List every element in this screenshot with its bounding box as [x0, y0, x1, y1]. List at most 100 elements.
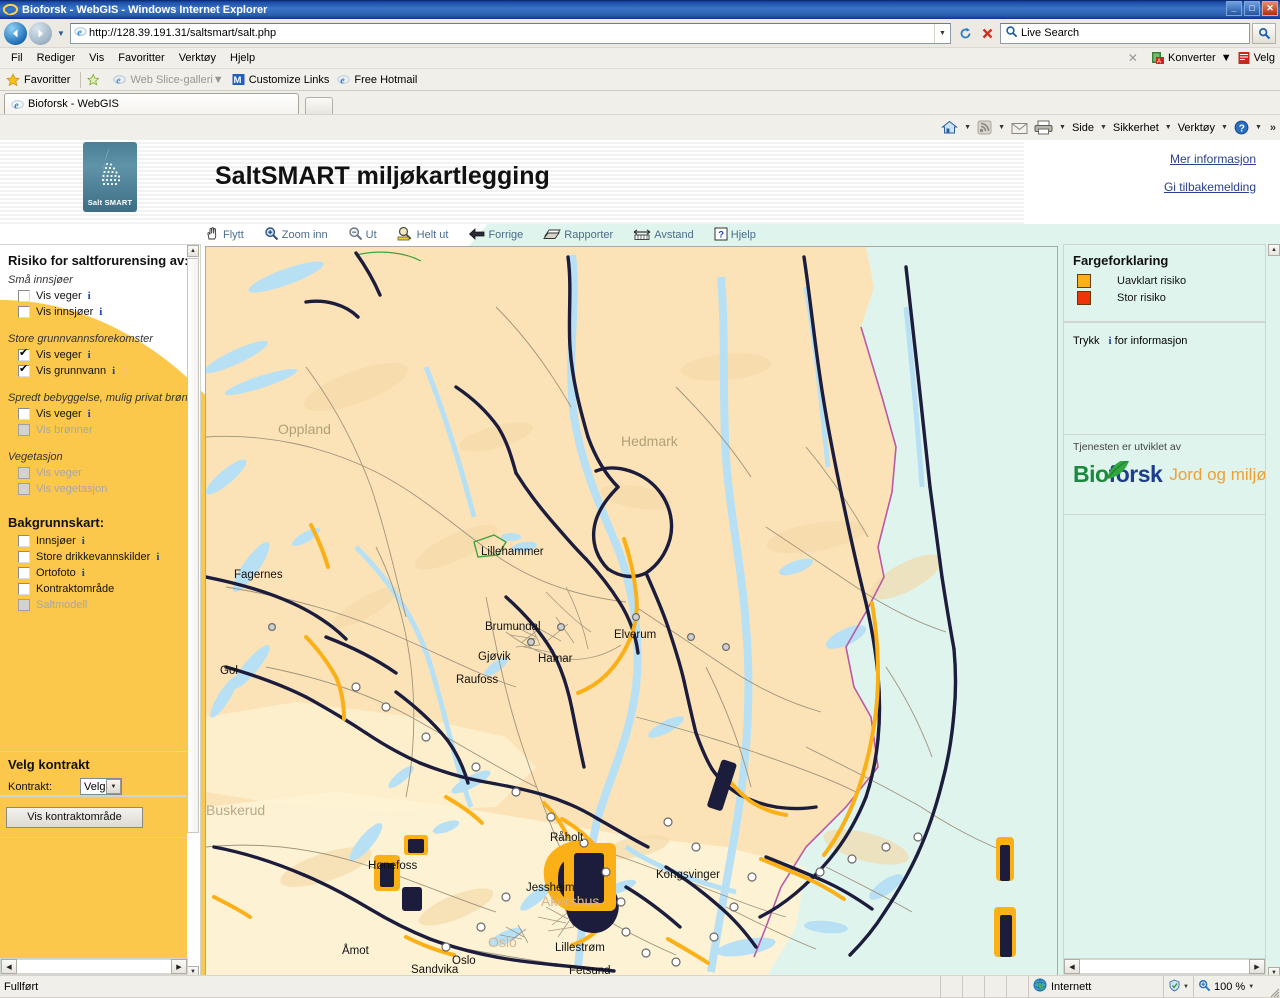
print-button[interactable]	[1031, 120, 1056, 135]
tool-flytt[interactable]: Flytt	[205, 226, 244, 244]
page-scroll-down-button[interactable]: ▼	[1268, 967, 1280, 975]
checkbox-bg-kontraktomrade[interactable]	[18, 583, 30, 595]
contract-select[interactable]: Velg ▼	[80, 778, 123, 795]
scroll-up-button[interactable]: ▲	[187, 245, 199, 257]
checkbox-sma-innsjoer-innsjoer[interactable]	[18, 306, 30, 318]
home-chevron-down-icon[interactable]: ▼	[961, 124, 974, 131]
hscroll-left-button[interactable]: ◀	[1064, 959, 1080, 974]
checkbox-bg-innsjoer[interactable]	[18, 535, 30, 547]
left-panel-hscrollbar[interactable]: ◀ ▶	[0, 958, 188, 975]
link-mer-informasjon[interactable]: Mer informasjon	[1170, 152, 1256, 166]
checkbox-bg-drikkevannskilder[interactable]	[18, 551, 30, 563]
tool-zoom-inn[interactable]: Zoom inn	[264, 226, 328, 244]
sikkerhet-menu-button[interactable]: Sikkerhet	[1110, 122, 1162, 134]
scrollbar-thumb[interactable]	[187, 258, 199, 833]
address-input[interactable]: http://128.39.191.31/saltsmart/salt.php	[89, 27, 934, 39]
home-button[interactable]	[938, 120, 961, 135]
checkbox-row-spredt-veger[interactable]: Vis veger i	[0, 406, 189, 422]
address-bar[interactable]: e http://128.39.191.31/saltsmart/salt.ph…	[70, 22, 951, 44]
side-menu-button[interactable]: Side	[1069, 122, 1097, 134]
close-tab-icon[interactable]: ✕	[1120, 51, 1146, 65]
map-canvas[interactable]: Oppland Hedmark Buskerud Akershus Oslo F…	[205, 246, 1058, 975]
recent-pages-chevron-down-icon[interactable]: ▼	[55, 29, 67, 38]
checkbox-sma-innsjoer-veger[interactable]	[18, 290, 30, 302]
tool-hjelp[interactable]: ? Hjelp	[714, 227, 756, 244]
info-icon[interactable]: i	[88, 349, 91, 361]
toolbar-overflow-button[interactable]: »	[1265, 122, 1276, 134]
resize-grip[interactable]	[1266, 976, 1280, 998]
checkbox-bg-ortofoto[interactable]	[18, 567, 30, 579]
forward-button[interactable]	[29, 21, 52, 45]
info-icon[interactable]: i	[82, 567, 85, 579]
map-graphic[interactable]	[206, 247, 1057, 975]
konverter-chevron-down-icon[interactable]: ▼	[1221, 52, 1232, 64]
checkbox-row-sma-innsjoer-innsjoer[interactable]: Vis innsjøer i	[0, 304, 189, 320]
customize-links-item[interactable]: M Customize Links	[230, 73, 336, 86]
menu-item-rediger[interactable]: Rediger	[30, 50, 83, 66]
favorites-button[interactable]: Favoritter	[4, 72, 76, 87]
info-icon[interactable]: i	[99, 306, 102, 318]
page-scroll-up-button[interactable]: ▲	[1268, 244, 1280, 256]
velg-button[interactable]: Velg	[1232, 50, 1280, 66]
checkbox-spredt-veger[interactable]	[18, 408, 30, 420]
zoom-chevron-down-icon[interactable]: ▼	[1248, 984, 1254, 990]
show-contract-area-button[interactable]: Vis kontraktområde	[6, 806, 143, 828]
menu-item-verktoy[interactable]: Verktøy	[172, 50, 223, 66]
feeds-button[interactable]	[974, 120, 995, 135]
page-scrollbar[interactable]: ▲ ▼	[1266, 244, 1280, 975]
tool-rapporter[interactable]: Rapporter	[543, 227, 613, 244]
checkbox-row-bg-kontraktomrade[interactable]: Kontraktområde	[0, 581, 189, 597]
add-favorite-icon[interactable]	[85, 73, 111, 87]
hscroll-right-button[interactable]: ▶	[171, 959, 187, 974]
print-chevron-down-icon[interactable]: ▼	[1056, 124, 1069, 131]
menu-item-hjelp[interactable]: Hjelp	[223, 50, 262, 66]
link-gi-tilbakemelding[interactable]: Gi tilbakemelding	[1164, 180, 1256, 194]
info-icon[interactable]: i	[88, 408, 91, 420]
menu-item-fil[interactable]: Fil	[4, 50, 30, 66]
hscroll-right-button[interactable]: ▶	[1249, 959, 1265, 974]
tool-helt-ut[interactable]: Helt ut	[397, 226, 448, 244]
menu-item-vis[interactable]: Vis	[82, 50, 111, 66]
checkbox-row-grunnvann-veger[interactable]: Vis veger i	[0, 347, 189, 363]
checkbox-row-grunnvann-grunnvann[interactable]: Vis grunnvann i	[0, 363, 189, 379]
left-panel-scrollbar[interactable]: ▲ ▼	[187, 244, 201, 975]
verktoy-chevron-down-icon[interactable]: ▼	[1218, 124, 1231, 131]
info-icon[interactable]: i	[156, 551, 159, 563]
scroll-down-button[interactable]: ▼	[187, 966, 199, 975]
checkbox-row-sma-innsjoer-veger[interactable]: Vis veger i	[0, 288, 189, 304]
new-tab-button[interactable]	[305, 97, 333, 114]
search-go-button[interactable]	[1252, 22, 1276, 44]
close-button[interactable]: ✕	[1262, 1, 1278, 16]
mail-button[interactable]	[1008, 121, 1031, 135]
checkbox-row-bg-ortofoto[interactable]: Ortofoto i	[0, 565, 189, 581]
checkbox-row-bg-innsjoer[interactable]: Innsjøer i	[0, 533, 189, 549]
konverter-button[interactable]: A Konverter	[1146, 50, 1221, 66]
help-chevron-down-icon[interactable]: ▼	[1252, 124, 1265, 131]
chevron-down-icon[interactable]: ▼	[106, 779, 122, 794]
info-icon[interactable]: i	[82, 535, 85, 547]
info-icon[interactable]: i	[88, 290, 91, 302]
refresh-button[interactable]	[954, 22, 976, 44]
window-titlebar[interactable]: e Bioforsk - WebGIS - Windows Internet E…	[0, 0, 1280, 19]
minimize-button[interactable]: _	[1226, 1, 1242, 16]
hscroll-track[interactable]	[17, 959, 171, 974]
protected-mode-chevron-down-icon[interactable]: ▼	[1183, 984, 1189, 990]
search-box[interactable]: Live Search	[1000, 22, 1250, 44]
tool-forrige[interactable]: Forrige	[468, 227, 523, 244]
protected-mode-indicator[interactable]: ▼	[1164, 975, 1194, 998]
web-slice-gallery-item[interactable]: e Web Slice-galleri ▼	[111, 73, 229, 86]
checkbox-grunnvann-veger[interactable]	[18, 347, 30, 361]
right-panel-hscrollbar[interactable]: ◀ ▶	[1063, 958, 1266, 975]
web-slice-chevron-down-icon[interactable]: ▼	[213, 74, 224, 86]
hscroll-track[interactable]	[1080, 959, 1249, 974]
tool-avstand[interactable]: Avstand	[633, 227, 694, 244]
maximize-button[interactable]: □	[1244, 1, 1260, 16]
search-input[interactable]: Live Search	[1021, 27, 1249, 39]
zoom-control[interactable]: 100 % ▼	[1194, 976, 1266, 998]
side-chevron-down-icon[interactable]: ▼	[1097, 124, 1110, 131]
back-button[interactable]	[4, 21, 27, 45]
verktoy-menu-button[interactable]: Verktøy	[1175, 122, 1218, 134]
tool-ut[interactable]: Ut	[348, 226, 377, 244]
stop-button[interactable]	[976, 22, 998, 44]
help-button[interactable]: ?	[1231, 120, 1252, 135]
